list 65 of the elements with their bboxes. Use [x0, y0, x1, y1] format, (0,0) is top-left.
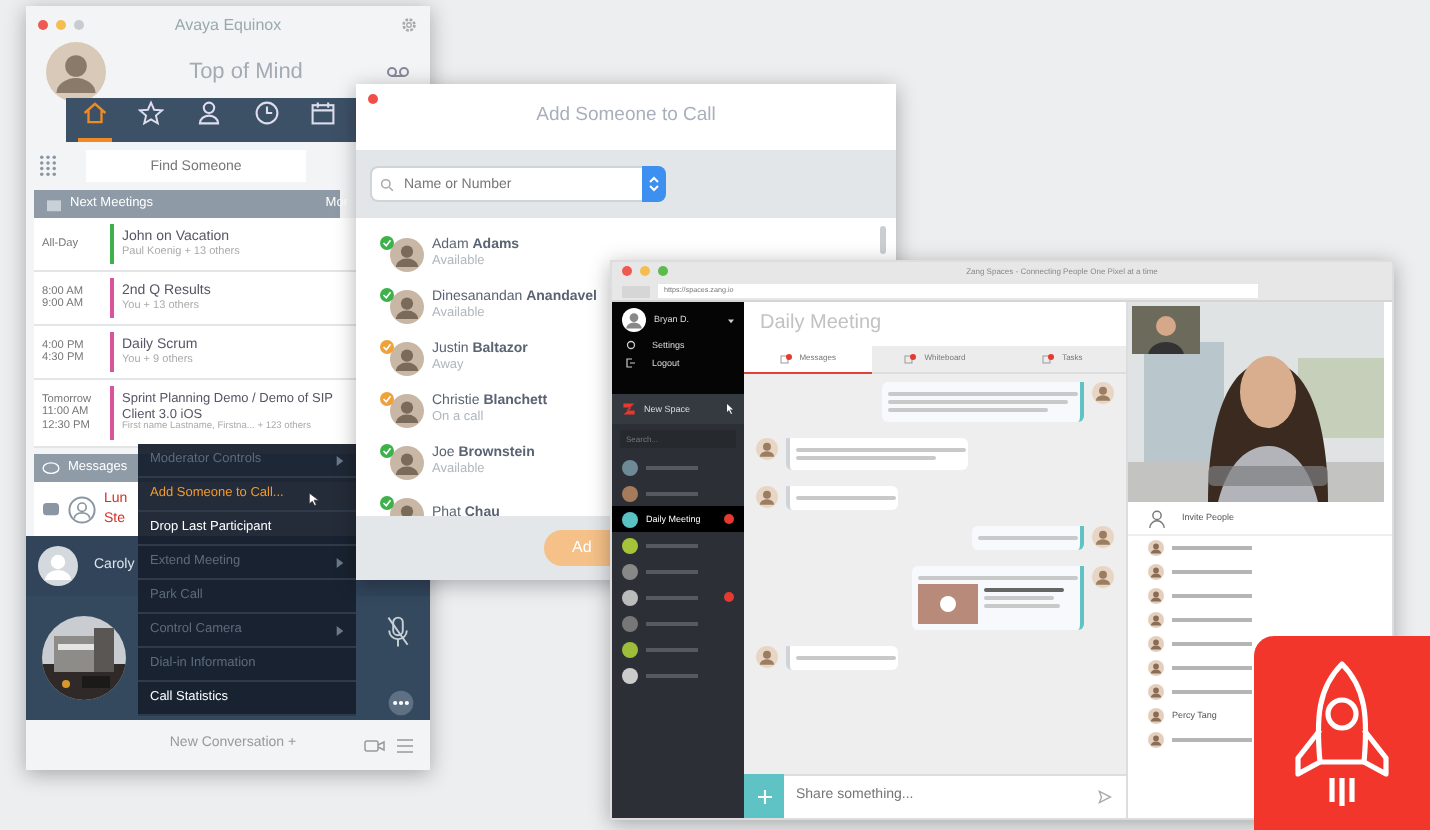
participant-avatar [1148, 588, 1164, 604]
space-heading: Daily Meeting [744, 302, 1126, 346]
star-icon [138, 99, 165, 126]
stepper-button[interactable] [642, 166, 666, 202]
submenu-arrow-icon [336, 455, 344, 465]
participant-avatar [1148, 540, 1164, 556]
home-icon [81, 99, 108, 126]
contact-avatar [390, 342, 424, 376]
plus-icon [757, 789, 771, 803]
sender-avatar [1092, 382, 1114, 404]
user-avatar [622, 308, 646, 332]
submenu-arrow-icon [336, 625, 344, 635]
person-icon [195, 99, 222, 126]
sender-avatar [1092, 566, 1114, 588]
more-icon[interactable] [388, 690, 414, 716]
contact-avatar [390, 238, 424, 272]
participant-avatar [1148, 684, 1164, 700]
profile-heading: Top of Mind [187, 59, 305, 85]
profile-avatar [46, 42, 106, 102]
send-button[interactable] [1098, 774, 1126, 818]
sender-avatar [1092, 526, 1114, 548]
settings-icon[interactable] [626, 340, 636, 351]
close-icon[interactable] [368, 94, 378, 104]
voicemail-icon[interactable] [386, 64, 410, 80]
dialog-title: Add Someone to Call [536, 106, 716, 128]
send-icon [1098, 790, 1112, 804]
sender-avatar [756, 646, 778, 668]
dialpad-icon[interactable] [38, 154, 58, 178]
search-icon [380, 177, 394, 191]
participant-avatar [1148, 564, 1164, 580]
app-tile[interactable] [1254, 636, 1430, 830]
logo-icon [622, 402, 636, 416]
notification-icon [779, 354, 792, 364]
chat-icon [42, 501, 60, 517]
cursor-icon [308, 491, 320, 505]
caller-avatar [38, 546, 78, 586]
add-button[interactable] [744, 774, 784, 818]
contact-avatar [390, 394, 424, 428]
participant-avatar [1148, 612, 1164, 628]
participant-avatar [1148, 732, 1164, 748]
add-person-icon[interactable] [1148, 509, 1166, 527]
contact-avatar [390, 446, 424, 480]
contact-avatar [390, 290, 424, 324]
chat-icon[interactable] [42, 461, 60, 475]
participant-avatar [1148, 708, 1164, 724]
sender-avatar [756, 486, 778, 508]
notification-icon [1042, 354, 1055, 364]
caret-icon [728, 317, 734, 323]
muted-microphone-icon[interactable] [386, 616, 410, 648]
video-call-icon[interactable] [364, 737, 386, 753]
calendar-icon [46, 197, 62, 211]
sender-avatar [756, 438, 778, 460]
submenu-arrow-icon [336, 557, 344, 567]
group-avatar-icon [68, 495, 96, 523]
scrollbar-thumb[interactable] [880, 226, 886, 254]
participant-avatar [1148, 660, 1164, 676]
participant-avatar [1148, 636, 1164, 652]
stepper-icon[interactable] [648, 174, 660, 194]
notification-icon [904, 354, 917, 364]
pointer-icon [726, 404, 734, 414]
window-title: Avaya Equinox [174, 16, 282, 36]
list-icon[interactable] [396, 737, 414, 753]
calendar-icon [310, 99, 337, 126]
logout-icon[interactable] [626, 358, 636, 369]
clock-icon [253, 99, 280, 126]
